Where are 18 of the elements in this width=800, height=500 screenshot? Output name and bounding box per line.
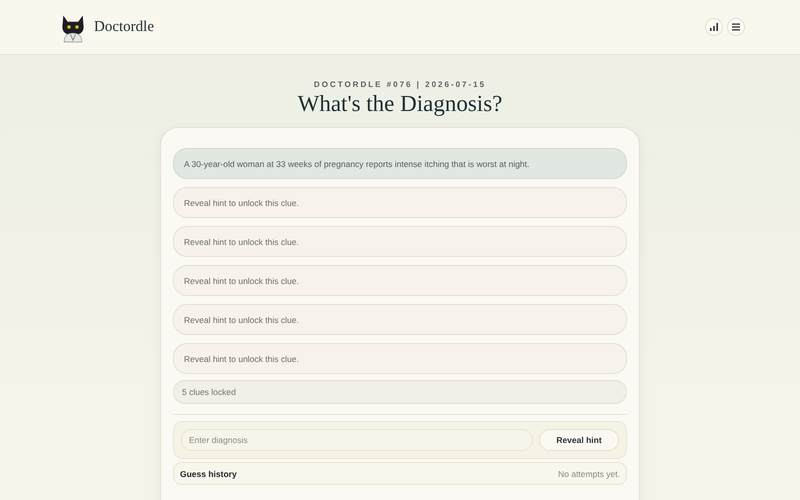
menu-icon (731, 22, 741, 32)
stats-button[interactable] (705, 18, 723, 36)
history-status: No attempts yet. (558, 468, 620, 478)
page-title: What's the Diagnosis? (298, 91, 502, 117)
clue-text: A 30-year-old woman at 33 weeks of pregnancy reports intense itching that is worst at night. (173, 148, 627, 179)
reveal-hint-button[interactable]: Reveal hint (539, 429, 619, 451)
locked-clue: Reveal hint to unlock this clue. (173, 265, 627, 296)
locked-clue: Reveal hint to unlock this clue. (173, 343, 627, 374)
locked-clue: Reveal hint to unlock this clue. (173, 187, 627, 218)
history-title: Guess history (180, 468, 237, 478)
menu-button[interactable] (727, 18, 745, 36)
puzzle-label: DOCTORDLE #076 | 2026-07-15 (314, 80, 486, 89)
locked-clue: Reveal hint to unlock this clue. (173, 304, 627, 335)
locked-clue: Reveal hint to unlock this clue. (173, 226, 627, 257)
diagnosis-field[interactable]: Enter diagnosis (181, 429, 533, 451)
brand-name: Doctordle (94, 18, 154, 36)
locked-count: 5 clues locked (173, 380, 627, 404)
bar-chart-icon (709, 22, 719, 32)
